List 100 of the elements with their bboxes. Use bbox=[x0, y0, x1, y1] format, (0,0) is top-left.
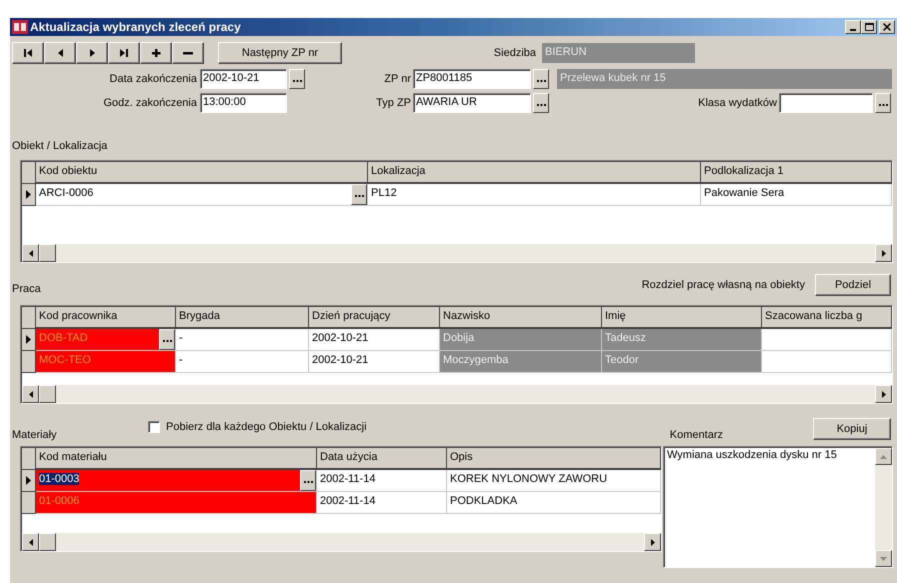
site-label: Siedziba bbox=[492, 47, 537, 59]
site-field: BIERUN bbox=[542, 43, 695, 63]
end-time-label: Godz. zakończenia bbox=[102, 97, 198, 109]
table-cell: 2002-11-14 bbox=[317, 492, 447, 514]
row-header bbox=[22, 162, 36, 184]
order-description-field: Przelewa kubek nr 15 bbox=[557, 69, 892, 89]
lookup-button[interactable] bbox=[159, 329, 175, 350]
column-header[interactable]: Dzień pracujący bbox=[309, 307, 440, 329]
end-date-label: Data zakończenia bbox=[108, 73, 198, 85]
column-header[interactable]: Kod obiektu bbox=[36, 162, 368, 184]
order-type-field[interactable]: AWARIA UR bbox=[413, 93, 531, 113]
scroll-right-button[interactable] bbox=[644, 533, 661, 551]
lookup-button[interactable] bbox=[875, 93, 891, 113]
dots-icon bbox=[536, 80, 546, 83]
scroll-right-button[interactable] bbox=[875, 385, 892, 403]
end-date-field[interactable]: 2002-10-21 bbox=[200, 69, 287, 89]
minimize-button[interactable] bbox=[845, 20, 861, 34]
horizontal-scrollbar[interactable] bbox=[22, 533, 661, 551]
close-button[interactable] bbox=[879, 20, 895, 34]
table-cell: 2002-10-21 bbox=[309, 329, 440, 351]
lookup-button[interactable] bbox=[533, 69, 549, 89]
column-header[interactable]: Data użycia bbox=[317, 448, 447, 470]
dots-icon bbox=[292, 80, 302, 83]
last-record-icon bbox=[119, 48, 129, 58]
last-button[interactable] bbox=[108, 42, 140, 64]
scroll-left-button[interactable] bbox=[22, 533, 39, 551]
first-button[interactable] bbox=[12, 42, 44, 64]
lookup-button[interactable] bbox=[289, 69, 305, 89]
table-cell: Moczygemba bbox=[440, 351, 602, 373]
horizontal-scrollbar[interactable] bbox=[22, 385, 892, 403]
close-icon bbox=[883, 23, 891, 31]
dots-icon bbox=[878, 104, 888, 107]
right-arrow-icon bbox=[882, 390, 886, 398]
column-header[interactable]: Szacowana liczba g bbox=[762, 307, 892, 329]
app-icon bbox=[12, 20, 28, 34]
end-time-field[interactable]: 13:00:00 bbox=[200, 93, 287, 113]
column-header[interactable]: Opis bbox=[447, 448, 661, 470]
right-triangle-icon bbox=[87, 48, 97, 58]
column-header[interactable]: Nazwisko bbox=[440, 307, 602, 329]
dots-icon bbox=[354, 195, 364, 198]
lookup-button[interactable] bbox=[300, 470, 316, 491]
cell-text: 01-0003 bbox=[39, 473, 80, 485]
cell-text: DOB-TAD bbox=[39, 332, 89, 344]
table-cell: PL12 bbox=[368, 184, 701, 206]
delete-button[interactable] bbox=[172, 42, 204, 64]
column-header[interactable]: Kod materiału bbox=[36, 448, 317, 470]
expense-class-field[interactable] bbox=[779, 93, 873, 113]
next-button[interactable] bbox=[76, 42, 108, 64]
split-button[interactable]: Podziel bbox=[815, 274, 891, 296]
order-type-label: Typ ZP bbox=[375, 97, 412, 109]
add-button[interactable] bbox=[140, 42, 172, 64]
table-cell: Dobija bbox=[440, 329, 602, 351]
row-header[interactable] bbox=[22, 492, 36, 514]
row-header bbox=[22, 307, 36, 329]
row-pointer-icon bbox=[26, 190, 31, 199]
left-arrow-icon bbox=[28, 250, 32, 256]
row-pointer-icon bbox=[26, 335, 31, 344]
split-label: Rozdziel pracę własną na obiekty bbox=[642, 279, 805, 291]
scroll-left-button[interactable] bbox=[22, 244, 39, 262]
scroll-thumb[interactable] bbox=[39, 533, 56, 551]
order-number-label: ZP nr bbox=[383, 73, 412, 85]
column-header[interactable]: Lokalizacja bbox=[368, 162, 701, 184]
scroll-thumb[interactable] bbox=[39, 244, 56, 262]
maximize-button[interactable] bbox=[861, 20, 877, 34]
table-cell: - bbox=[176, 351, 309, 373]
right-arrow-icon bbox=[650, 538, 654, 546]
scroll-thumb[interactable] bbox=[39, 385, 56, 403]
maximize-icon bbox=[864, 23, 874, 31]
table-cell: Teodor bbox=[602, 351, 762, 373]
table-cell: 2002-11-14 bbox=[317, 470, 447, 492]
lookup-button[interactable] bbox=[351, 184, 367, 205]
column-header[interactable]: Kod pracownika bbox=[36, 307, 176, 329]
expense-class-label: Klasa wydatków bbox=[698, 97, 778, 109]
order-number-field[interactable]: ZP8001185 bbox=[413, 69, 531, 89]
table-cell: MOC-TEO bbox=[36, 351, 176, 373]
row-pointer-icon bbox=[26, 476, 31, 485]
column-header[interactable]: Podlokalizacja 1 bbox=[701, 162, 892, 184]
row-header[interactable] bbox=[22, 329, 36, 351]
checkbox[interactable] bbox=[148, 421, 160, 433]
horizontal-scrollbar[interactable] bbox=[22, 244, 892, 262]
row-header[interactable] bbox=[22, 184, 36, 206]
previous-button[interactable] bbox=[44, 42, 76, 64]
lookup-button[interactable] bbox=[533, 93, 549, 113]
dots-icon bbox=[536, 104, 546, 107]
right-arrow-icon bbox=[882, 250, 886, 256]
table-cell: 2002-10-21 bbox=[309, 351, 440, 373]
column-header[interactable]: Brygada bbox=[176, 307, 309, 329]
row-header bbox=[22, 448, 36, 470]
table-cell: 01-0006 bbox=[36, 492, 317, 514]
table-cell: Tadeusz bbox=[602, 329, 762, 351]
window-title: Aktualizacja wybranych zleceń pracy bbox=[30, 20, 242, 34]
column-header[interactable]: Imię bbox=[602, 307, 762, 329]
section-label: Materiały bbox=[12, 428, 58, 441]
scroll-left-button[interactable] bbox=[22, 385, 39, 403]
copy-button[interactable]: Kopiuj bbox=[813, 418, 891, 440]
row-header[interactable] bbox=[22, 351, 36, 373]
row-header[interactable] bbox=[22, 470, 36, 492]
dots-icon bbox=[304, 481, 312, 484]
scroll-right-button[interactable] bbox=[875, 244, 892, 262]
next-order-button[interactable]: Następny ZP nr bbox=[218, 42, 342, 64]
